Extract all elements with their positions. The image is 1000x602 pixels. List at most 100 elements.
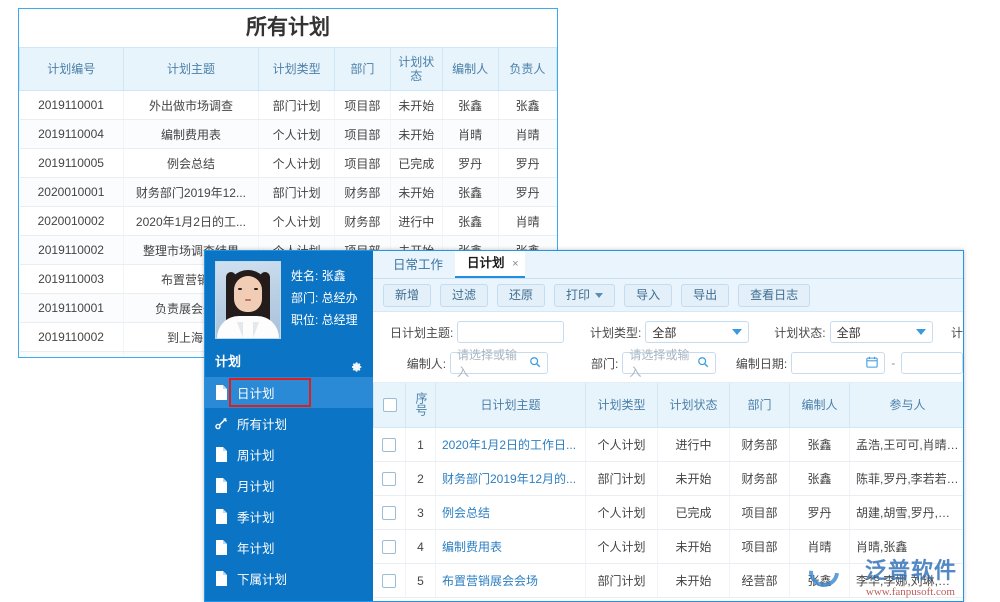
toolbar-button-1[interactable]: 新增 [383, 284, 431, 307]
cell-participants: 胡建,胡雪,罗丹,任晓... [850, 496, 964, 530]
all-plans-title: 所有计划 [19, 9, 557, 48]
sidebar-item-2[interactable]: 所有计划 [205, 408, 373, 439]
calendar-icon[interactable] [866, 356, 878, 371]
row-checkbox[interactable] [382, 472, 396, 486]
row-checkbox[interactable] [382, 574, 396, 588]
col-owner[interactable]: 负责人 [498, 48, 556, 91]
plan-status-value: 全部 [837, 324, 861, 341]
sidebar-item-5[interactable]: 季计划 [205, 501, 373, 532]
date-from-input[interactable] [791, 352, 885, 374]
chevron-down-icon [595, 293, 603, 298]
table-row[interactable]: 20200100022020年1月2日的工...个人计划财务部进行中张鑫肖晴 [20, 207, 557, 236]
col-plan-subject[interactable]: 计划主题 [123, 48, 259, 91]
filter-label-date: 编制日期: [734, 355, 787, 372]
author-search-input[interactable]: 请选择或输入 [450, 352, 547, 374]
user-profile-card: 姓名: 张鑫 部门: 总经办 职位: 总经理 [205, 251, 373, 347]
table-row[interactable]: 2020010001财务部门2019年12...部门计划财务部未开始张鑫罗丹 [20, 178, 557, 207]
sidebar-item-label: 月计划 [237, 476, 275, 495]
daily-plan-header-row: 序号 日计划主题 计划类型 计划状态 部门 编制人 参与人 [374, 383, 964, 428]
cell-author: 肖晴 [442, 120, 498, 149]
cell-owner: 罗丹 [498, 149, 556, 178]
cell-owner: 罗丹 [498, 178, 556, 207]
daily-plan-window: 姓名: 张鑫 部门: 总经办 职位: 总经理 计划 日计划所有计划周计划月计划季… [204, 250, 964, 602]
cell-subject[interactable]: 布置营销展会会场 [436, 564, 586, 598]
select-all-checkbox[interactable] [383, 398, 397, 412]
tab-2[interactable]: 日计划× [455, 251, 525, 278]
col-plan-status[interactable]: 计划状态 [390, 48, 442, 91]
col-plan-status[interactable]: 计划状态 [658, 383, 730, 428]
cell-plan-no: 2019110005 [20, 149, 124, 178]
plan-type-select[interactable]: 全部 [645, 321, 748, 343]
cell-plan-no: 2020010001 [20, 178, 124, 207]
select-all-checkbox-cell[interactable] [374, 383, 406, 428]
toolbar-button-label: 打印 [566, 286, 590, 305]
plan-status-select[interactable]: 全部 [830, 321, 933, 343]
cell-plan-status: 未开始 [390, 178, 442, 207]
cell-type: 个人计划 [586, 530, 658, 564]
plan-type-value: 全部 [652, 324, 676, 341]
toolbar-button-3[interactable]: 还原 [497, 284, 545, 307]
row-checkbox[interactable] [382, 540, 396, 554]
cell-subject[interactable]: 例会总结 [436, 496, 586, 530]
row-checkbox-cell[interactable] [374, 564, 406, 598]
col-participants[interactable]: 参与人 [850, 383, 964, 428]
sidebar-item-label: 季计划 [237, 507, 275, 526]
link-icon [215, 416, 228, 431]
toolbar-button-7[interactable]: 查看日志 [738, 284, 810, 307]
table-row[interactable]: 2019110001外出做市场调查部门计划项目部未开始张鑫张鑫 [20, 91, 557, 120]
row-checkbox[interactable] [382, 438, 396, 452]
toolbar-button-4[interactable]: 打印 [554, 284, 615, 307]
table-row[interactable]: 3例会总结个人计划已完成项目部罗丹胡建,胡雪,罗丹,任晓... [374, 496, 964, 530]
sidebar-item-4[interactable]: 月计划 [205, 470, 373, 501]
sidebar-item-1[interactable]: 日计划 [205, 377, 373, 408]
dept-search-input[interactable]: 请选择或输入 [622, 352, 716, 374]
cell-plan-type: 个人计划 [259, 120, 334, 149]
row-checkbox-cell[interactable] [374, 428, 406, 462]
col-seq[interactable]: 序号 [406, 383, 436, 428]
sidebar-item-label: 周计划 [237, 445, 275, 464]
toolbar-button-6[interactable]: 导出 [681, 284, 729, 307]
col-plan-type[interactable]: 计划类型 [259, 48, 334, 91]
table-row[interactable]: 2019110004编制费用表个人计划项目部未开始肖晴肖晴 [20, 120, 557, 149]
row-checkbox-cell[interactable] [374, 496, 406, 530]
gear-icon[interactable] [349, 355, 363, 369]
col-dept[interactable]: 部门 [334, 48, 390, 91]
col-plan-no[interactable]: 计划编号 [20, 48, 124, 91]
sidebar-item-3[interactable]: 周计划 [205, 439, 373, 470]
col-plan-type[interactable]: 计划类型 [586, 383, 658, 428]
row-checkbox-cell[interactable] [374, 462, 406, 496]
cell-subject[interactable]: 编制费用表 [436, 530, 586, 564]
search-icon[interactable] [529, 356, 541, 371]
tab-1[interactable]: 日常工作 [381, 253, 455, 278]
document-icon [215, 385, 228, 400]
row-checkbox[interactable] [382, 506, 396, 520]
table-row[interactable]: 2财务部门2019年12月的...部门计划未开始财务部张鑫陈菲,罗丹,李若若,罗… [374, 462, 964, 496]
table-row[interactable]: 4编制费用表个人计划未开始项目部肖晴肖晴,张鑫 [374, 530, 964, 564]
subject-input[interactable] [457, 321, 564, 343]
sidebar-item-6[interactable]: 年计划 [205, 532, 373, 563]
col-author[interactable]: 编制人 [790, 383, 850, 428]
col-author[interactable]: 编制人 [442, 48, 498, 91]
date-to-input[interactable] [901, 352, 963, 374]
close-icon[interactable]: × [512, 252, 518, 277]
table-row[interactable]: 2019110005例会总结个人计划项目部已完成罗丹罗丹 [20, 149, 557, 178]
col-dept[interactable]: 部门 [730, 383, 790, 428]
cell-plan-no: 2019110002 [20, 323, 124, 352]
col-daily-subject[interactable]: 日计划主题 [436, 383, 586, 428]
cell-subject[interactable]: 2020年1月2日的工作日... [436, 428, 586, 462]
cell-subject[interactable]: 财务部门2019年12月的... [436, 462, 586, 496]
toolbar-button-5[interactable]: 导入 [624, 284, 672, 307]
filter-row-2: 编制人: 请选择或输入 部门: 请选择或输入 编制日期: [373, 350, 963, 376]
cell-status: 已完成 [658, 496, 730, 530]
row-checkbox-cell[interactable] [374, 530, 406, 564]
sidebar-item-7[interactable]: 下属计划 [205, 563, 373, 594]
cell-participants: 李华,李娜,刘琳,朱浩然 [850, 564, 964, 598]
cell-seq: 3 [406, 496, 436, 530]
toolbar-button-2[interactable]: 过滤 [440, 284, 488, 307]
table-row[interactable]: 12020年1月2日的工作日...个人计划进行中财务部张鑫孟浩,王可可,肖晴,张… [374, 428, 964, 462]
author-placeholder: 请选择或输入 [457, 346, 528, 380]
cell-plan-status: 已完成 [390, 149, 442, 178]
cell-author: 肖晴 [790, 530, 850, 564]
search-icon[interactable] [697, 356, 709, 371]
table-row[interactable]: 5布置营销展会会场部门计划未开始经营部张鑫李华,李娜,刘琳,朱浩然 [374, 564, 964, 598]
